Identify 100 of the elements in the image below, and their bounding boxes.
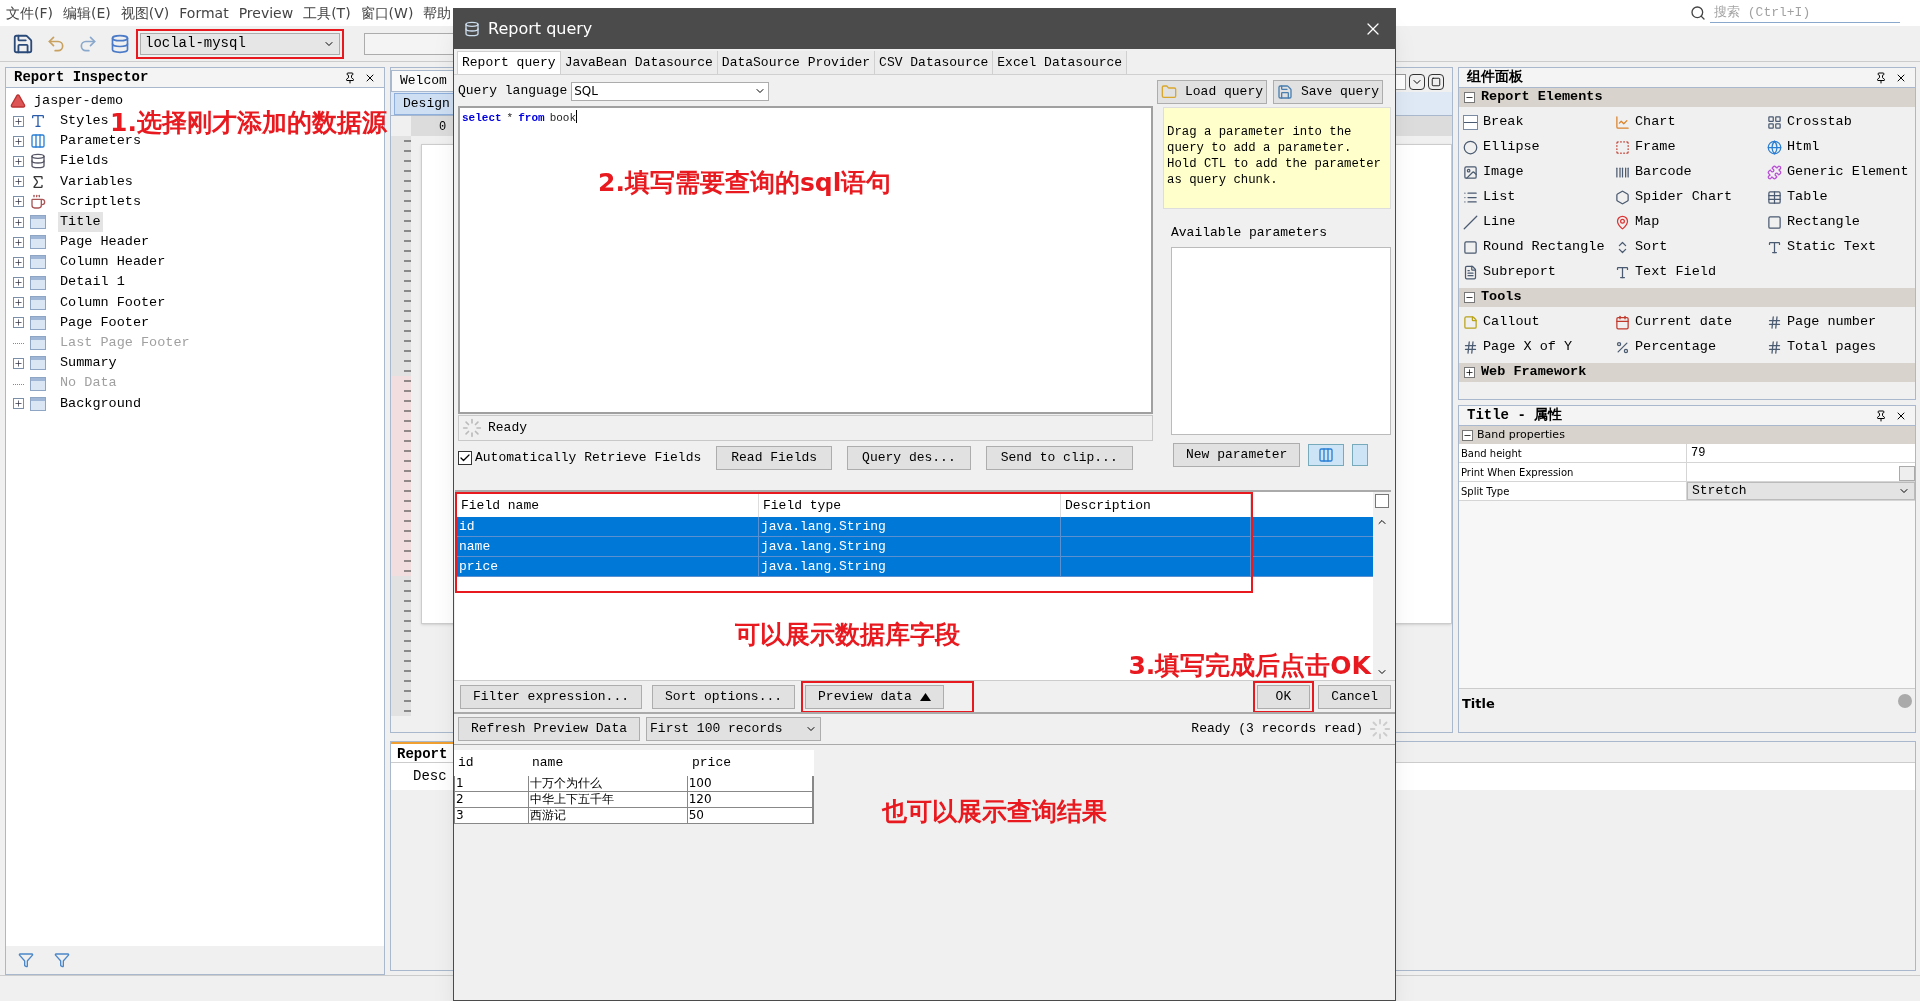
database-icon[interactable] xyxy=(110,33,130,54)
dialog-tab[interactable]: JavaBean Datasource xyxy=(560,51,718,74)
column-chooser-button[interactable] xyxy=(1375,494,1389,508)
search-field[interactable]: 搜索 (Ctrl+I) xyxy=(1710,3,1900,23)
column-header[interactable]: price xyxy=(688,750,814,776)
column-header[interactable]: name xyxy=(528,750,688,776)
tree-item[interactable]: Background xyxy=(58,393,143,414)
expand-toggle[interactable] xyxy=(13,297,24,309)
panel-tab[interactable]: Report xyxy=(391,742,454,762)
collapse-icon[interactable] xyxy=(1462,429,1473,441)
palette-item[interactable]: List xyxy=(1483,187,1516,208)
parameter-tool-button[interactable] xyxy=(1308,443,1345,466)
expand-icon[interactable] xyxy=(1464,367,1475,378)
dialog-tab[interactable]: CSV Datasource xyxy=(875,51,994,74)
menu-item[interactable]: 文件(F) xyxy=(6,2,53,24)
tree-item[interactable]: Scriptlets xyxy=(58,191,143,212)
table-row[interactable]: price java.lang.String xyxy=(457,557,1251,577)
tree-item[interactable]: Variables xyxy=(58,171,135,192)
expand-toggle[interactable] xyxy=(13,155,24,167)
palette-item[interactable]: Callout xyxy=(1483,312,1540,333)
table-row[interactable]: name java.lang.String xyxy=(457,537,1251,557)
palette-item[interactable]: Crosstab xyxy=(1787,112,1852,133)
palette-item[interactable]: Line xyxy=(1483,212,1516,233)
filter-icon[interactable] xyxy=(54,952,70,968)
editor-tab[interactable]: Welcom xyxy=(391,70,456,92)
pin-icon[interactable] xyxy=(344,71,356,84)
palette-item[interactable]: Sort xyxy=(1635,237,1668,258)
load-query-button[interactable]: Load query xyxy=(1157,80,1267,104)
expand-toggle[interactable] xyxy=(13,115,24,127)
expand-toggle[interactable] xyxy=(13,357,24,369)
button[interactable]: Sort options... xyxy=(652,684,796,709)
query-language-dropdown[interactable]: SQL xyxy=(571,81,770,101)
pin-icon[interactable] xyxy=(1875,409,1887,422)
palette-item[interactable]: Spider Chart xyxy=(1635,187,1733,208)
palette-item[interactable]: Current date xyxy=(1635,312,1733,333)
menu-item[interactable]: Preview xyxy=(238,2,294,24)
tab-list-button[interactable] xyxy=(1409,74,1425,90)
tree-item[interactable]: Column Footer xyxy=(58,292,168,313)
expand-toggle[interactable] xyxy=(13,236,24,248)
tree-item[interactable]: jasper-demo xyxy=(34,90,124,112)
palette-item[interactable]: Round Rectangle xyxy=(1483,237,1605,258)
section-header[interactable]: Band properties xyxy=(1477,426,1565,444)
checkbox[interactable] xyxy=(458,450,472,465)
table-row[interactable]: id java.lang.String xyxy=(457,517,1251,537)
button[interactable]: Filter expression... xyxy=(460,684,643,709)
tree-item[interactable]: Column Header xyxy=(58,252,168,273)
search-icon[interactable] xyxy=(1690,5,1706,21)
palette-item[interactable]: Map xyxy=(1635,212,1660,233)
save-query-button[interactable]: Save query xyxy=(1273,80,1384,104)
query-editor[interactable]: select * from book 2.填写需要查询的sql语句 xyxy=(458,106,1153,414)
refresh-button[interactable]: Refresh Preview Data xyxy=(458,717,641,741)
palette-item[interactable]: Subreport xyxy=(1483,262,1556,283)
menu-item[interactable]: 工具(T) xyxy=(303,2,351,24)
button[interactable]: Query des... xyxy=(847,445,971,470)
menu-item[interactable]: 帮助 xyxy=(423,2,452,24)
menu-item[interactable]: 编辑(E) xyxy=(63,2,111,24)
button[interactable]: Read Fields xyxy=(716,445,833,470)
section-header[interactable]: Tools xyxy=(1481,287,1522,308)
palette-item[interactable]: Ellipse xyxy=(1483,137,1540,158)
palette-item[interactable]: Table xyxy=(1787,187,1828,208)
palette-item[interactable]: Image xyxy=(1483,162,1524,183)
expand-toggle[interactable] xyxy=(13,216,24,228)
filter-icon[interactable] xyxy=(18,952,34,968)
tree-item[interactable]: Styles xyxy=(58,110,111,132)
cancel-button[interactable]: Cancel xyxy=(1318,684,1391,709)
tree-item[interactable]: Detail 1 xyxy=(58,272,127,293)
button[interactable]: Send to clip... xyxy=(985,445,1133,470)
pin-icon[interactable] xyxy=(1875,71,1887,84)
property-dropdown[interactable]: Stretch xyxy=(1687,482,1915,500)
palette-item[interactable]: Static Text xyxy=(1787,237,1877,258)
menu-item[interactable]: 窗口(W) xyxy=(360,2,414,24)
palette-item[interactable]: Rectangle xyxy=(1787,212,1860,233)
palette-item[interactable]: Chart xyxy=(1635,112,1676,133)
dialog-tab[interactable]: DataSource Provider xyxy=(717,51,876,74)
property-value[interactable]: 79 xyxy=(1687,444,1915,462)
expand-toggle[interactable] xyxy=(13,277,24,289)
tree-item[interactable]: Page Footer xyxy=(58,312,152,334)
collapse-icon[interactable] xyxy=(1464,292,1475,303)
tree-item[interactable]: Page Header xyxy=(58,232,152,253)
palette-item[interactable]: Frame xyxy=(1635,137,1676,158)
records-dropdown[interactable]: First 100 records xyxy=(646,717,822,741)
palette-item[interactable]: Generic Element xyxy=(1787,162,1909,183)
ok-button[interactable]: OK xyxy=(1256,684,1311,709)
collapse-icon[interactable] xyxy=(1464,92,1475,103)
expand-toggle[interactable] xyxy=(13,317,24,329)
menu-item[interactable]: Format xyxy=(179,2,229,24)
new-parameter-button[interactable]: New parameter xyxy=(1173,442,1301,467)
palette-item[interactable]: Page number xyxy=(1787,312,1877,333)
palette-item[interactable]: Break xyxy=(1483,112,1524,133)
expand-toggle[interactable] xyxy=(13,398,24,410)
tree-item[interactable]: Fields xyxy=(58,151,111,172)
datasource-dropdown[interactable]: loclal-mysql xyxy=(140,32,340,55)
button[interactable]: Preview data xyxy=(805,684,944,709)
dialog-tab[interactable]: Excel Datasource xyxy=(993,51,1128,74)
palette-item[interactable]: Page X of Y xyxy=(1483,337,1573,358)
menu-item[interactable]: 视图(V) xyxy=(120,2,170,24)
maximize-button[interactable] xyxy=(1428,74,1444,90)
palette-item[interactable]: Total pages xyxy=(1787,337,1877,358)
save-icon[interactable] xyxy=(12,32,34,55)
expand-toggle[interactable] xyxy=(13,135,24,147)
